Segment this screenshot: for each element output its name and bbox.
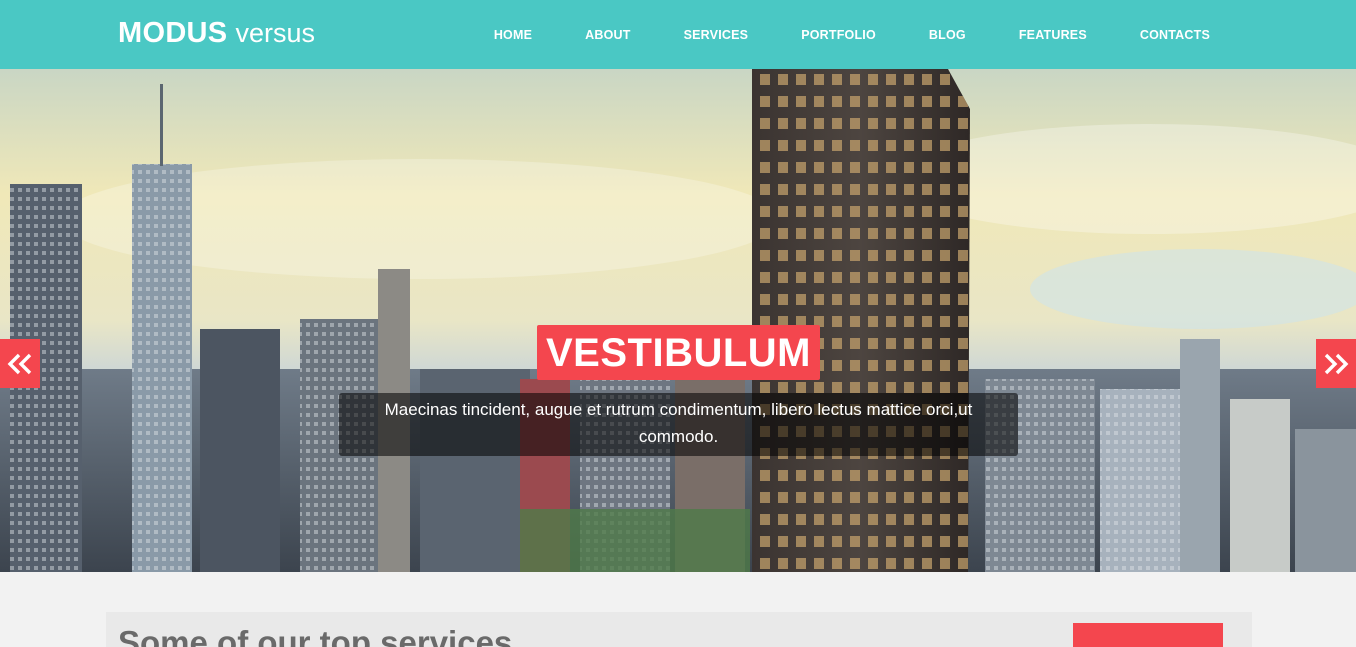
hero-slider: VESTIBULUM Maecinas tincident, augue et … <box>0 69 1356 572</box>
nav-item-features[interactable]: FEATURES <box>1019 28 1087 42</box>
nav-item-about[interactable]: ABOUT <box>585 28 630 42</box>
main-nav: HOME ABOUT SERVICES PORTFOLIO BLOG FEATU… <box>441 0 1210 69</box>
city-skyline-image <box>0 69 1356 572</box>
services-heading: Some of our top services <box>118 624 513 647</box>
logo[interactable]: MODUS versus <box>118 18 315 53</box>
double-chevron-left-icon <box>7 353 32 374</box>
double-chevron-right-icon <box>1324 353 1349 374</box>
header: MODUS versus HOME ABOUT SERVICES PORTFOLI… <box>0 0 1356 69</box>
slider-next-button[interactable] <box>1316 339 1356 388</box>
nav-item-portfolio[interactable]: PORTFOLIO <box>801 28 876 42</box>
services-action-button[interactable] <box>1073 623 1223 647</box>
nav-item-contacts[interactable]: CONTACTS <box>1140 28 1210 42</box>
slider-prev-button[interactable] <box>0 339 40 388</box>
nav-item-blog[interactable]: BLOG <box>929 28 966 42</box>
nav-item-home[interactable]: HOME <box>494 28 532 42</box>
nav-item-services[interactable]: SERVICES <box>684 28 749 42</box>
logo-name-bold: MODUS <box>118 17 228 49</box>
slide-caption: Maecinas tincident, augue et rutrum cond… <box>339 393 1018 456</box>
logo-name-light: versus <box>235 18 315 48</box>
slide-title: VESTIBULUM <box>537 325 820 380</box>
services-section: Some of our top services <box>106 612 1252 647</box>
